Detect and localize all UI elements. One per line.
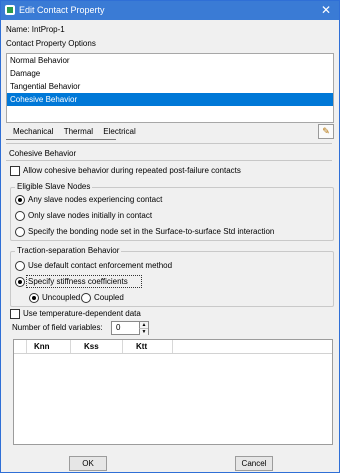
any-slave-nodes-radio[interactable]: [15, 195, 25, 205]
tab-underline: [6, 139, 116, 140]
temperature-dependent-checkbox[interactable]: [10, 309, 20, 319]
allow-cohesive-checkbox[interactable]: [10, 166, 20, 176]
list-item-normal-behavior[interactable]: Normal Behavior: [7, 54, 333, 67]
column-divider: [172, 340, 173, 353]
window-title: Edit Contact Property: [19, 5, 105, 15]
default-enforcement-radio[interactable]: [15, 261, 25, 271]
column-divider: [70, 340, 71, 353]
row-header-corner: [14, 340, 27, 353]
stiffness-table[interactable]: Knn Kss Ktt: [13, 339, 333, 445]
column-header-knn: Knn: [34, 342, 50, 351]
ok-button[interactable]: OK: [69, 456, 107, 471]
edit-contact-property-dialog: Edit Contact Property ✕ Name: IntProp-1 …: [0, 0, 340, 473]
bonding-node-set-label: Specify the bonding node set in the Surf…: [28, 227, 275, 236]
menu-tabs: Mechanical Thermal Electrical: [13, 127, 144, 136]
name-row: Name: IntProp-1: [6, 25, 65, 34]
options-label: Contact Property Options: [6, 39, 96, 48]
any-slave-nodes-label: Any slave nodes experiencing contact: [28, 195, 163, 204]
uncoupled-label: Uncoupled: [42, 293, 81, 302]
initial-slave-nodes-radio[interactable]: [15, 211, 25, 221]
name-label: Name:: [6, 25, 30, 34]
tab-mechanical[interactable]: Mechanical: [13, 127, 53, 136]
specify-stiffness-radio[interactable]: [15, 277, 25, 287]
contact-options-list[interactable]: Normal Behavior Damage Tangential Behavi…: [6, 53, 334, 123]
list-item-tangential-behavior[interactable]: Tangential Behavior: [7, 80, 333, 93]
close-icon[interactable]: ✕: [319, 3, 333, 17]
coupled-label: Coupled: [94, 293, 124, 302]
allow-cohesive-label: Allow cohesive behavior during repeated …: [23, 166, 241, 175]
default-enforcement-label: Use default contact enforcement method: [28, 261, 173, 270]
uncoupled-radio[interactable]: [29, 293, 39, 303]
column-divider: [122, 340, 123, 353]
cohesive-heading: Cohesive Behavior: [9, 149, 77, 158]
traction-separation-title: Traction-separation Behavior: [15, 246, 122, 255]
field-variables-spinner[interactable]: 0 ▲ ▼: [111, 321, 149, 335]
initial-slave-nodes-label: Only slave nodes initially in contact: [28, 211, 153, 220]
list-item-cohesive-behavior[interactable]: Cohesive Behavior: [7, 93, 333, 106]
app-icon: [5, 5, 15, 15]
specify-stiffness-label: Specify stiffness coefficients: [28, 277, 128, 286]
spin-down-icon[interactable]: ▼: [139, 328, 148, 335]
field-variables-value: 0: [116, 323, 121, 332]
bonding-node-set-radio[interactable]: [15, 227, 25, 237]
divider: [6, 160, 332, 161]
divider: [6, 143, 332, 144]
title-bar: Edit Contact Property ✕: [1, 1, 339, 20]
tab-thermal[interactable]: Thermal: [64, 127, 93, 136]
eligible-slave-nodes-title: Eligible Slave Nodes: [15, 182, 93, 191]
name-value: IntProp-1: [31, 25, 65, 34]
cancel-button[interactable]: Cancel: [235, 456, 273, 471]
wrench-icon[interactable]: ✎: [318, 124, 334, 139]
temperature-dependent-label: Use temperature-dependent data: [23, 309, 141, 318]
list-item-damage[interactable]: Damage: [7, 67, 333, 80]
column-header-ktt: Ktt: [136, 342, 148, 351]
coupled-radio[interactable]: [81, 293, 91, 303]
table-header: Knn Kss Ktt: [14, 340, 332, 354]
column-header-kss: Kss: [84, 342, 99, 351]
field-variables-label: Number of field variables:: [12, 323, 103, 332]
tab-electrical[interactable]: Electrical: [103, 127, 135, 136]
